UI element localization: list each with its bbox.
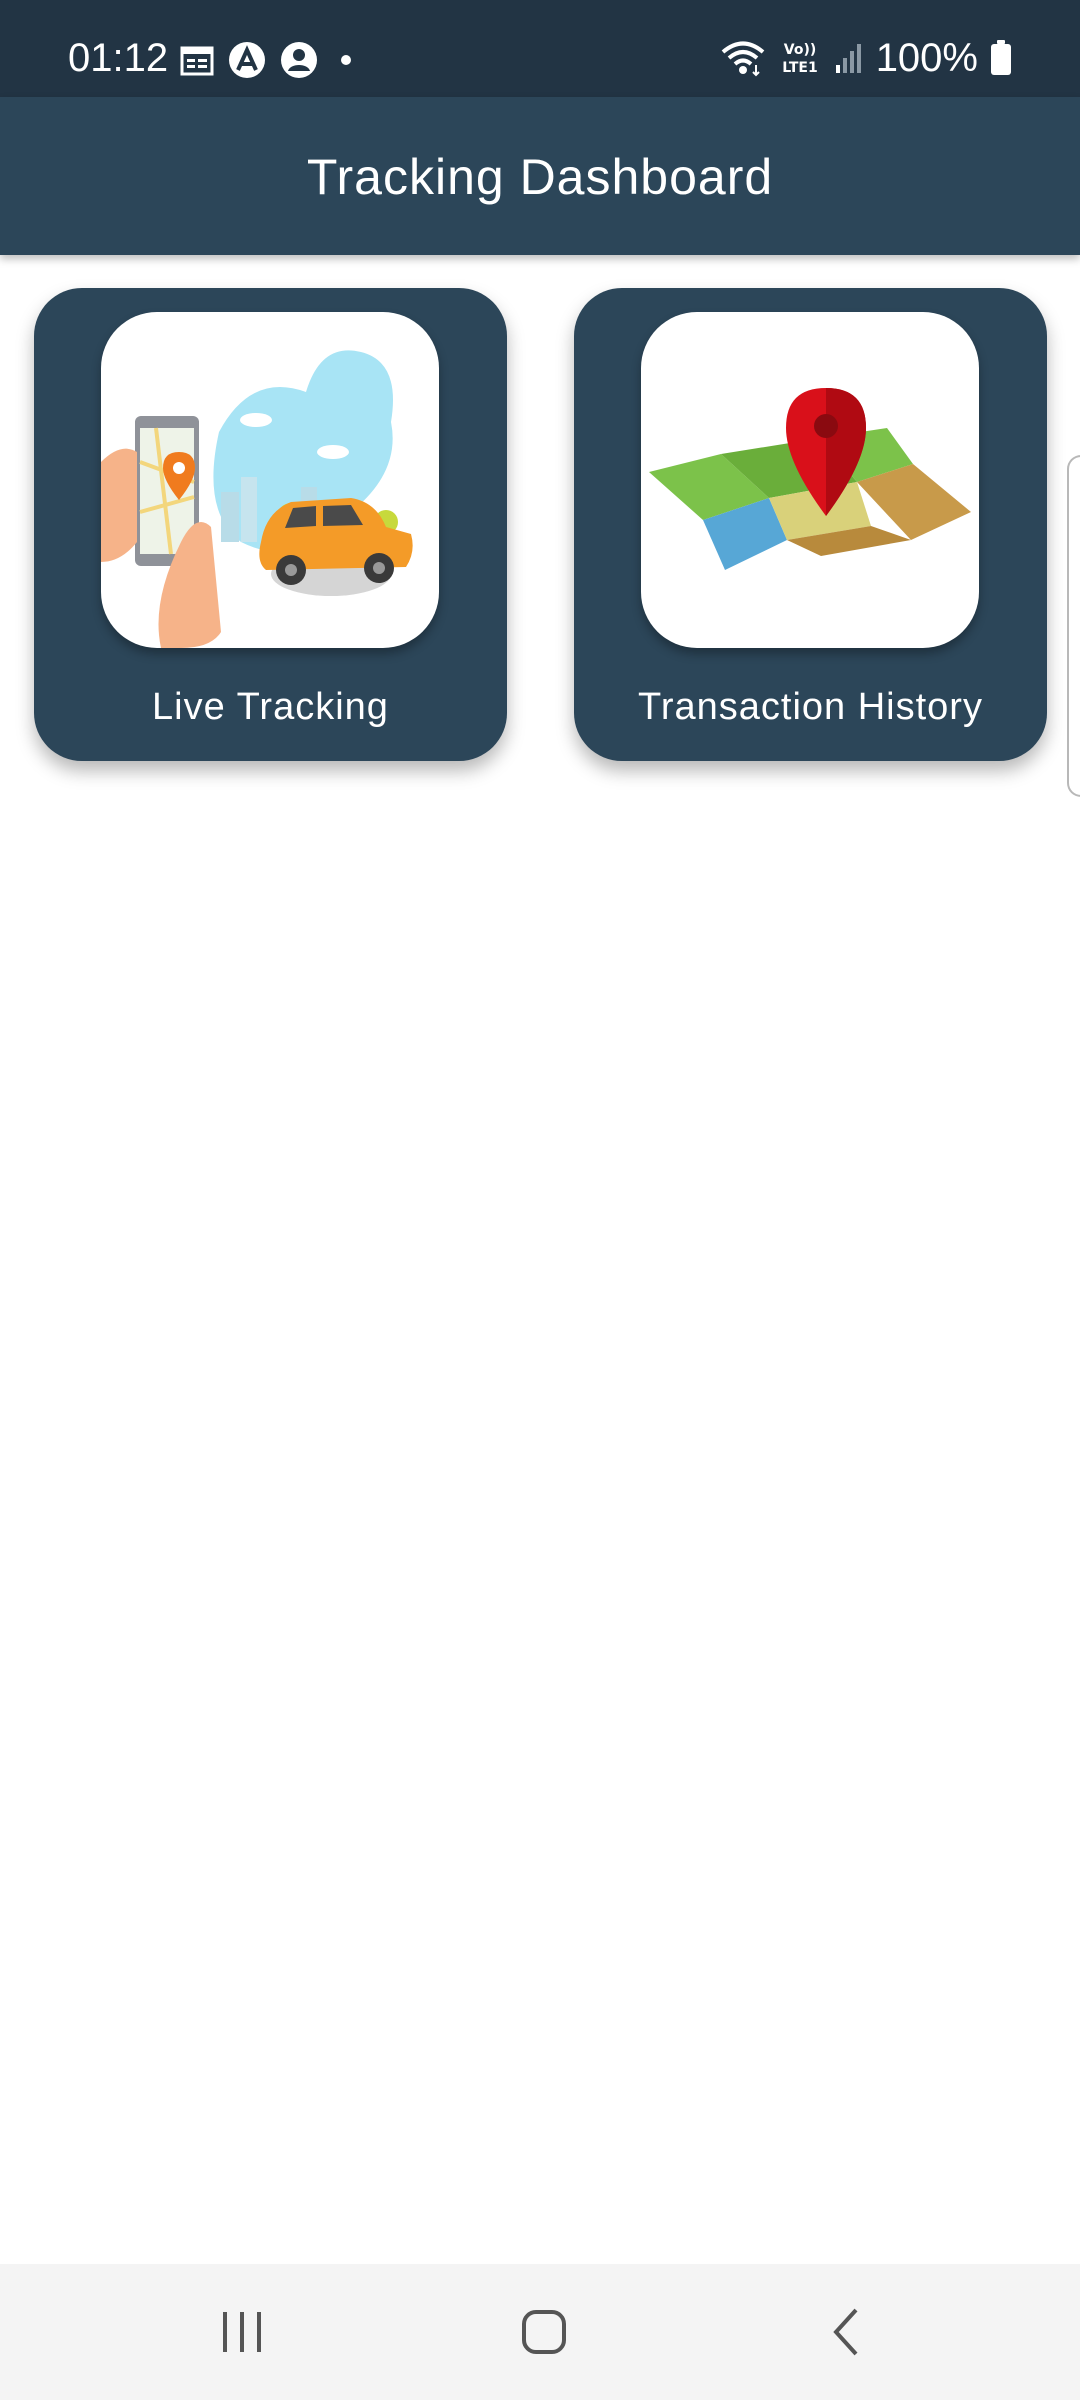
status-bar: 01:12 Vo)) LTE1 100% [0, 0, 1080, 97]
app-a-icon [229, 42, 265, 78]
home-icon [522, 2310, 566, 2354]
account-icon [281, 42, 317, 78]
volte-icon: Vo)) LTE1 [782, 42, 817, 76]
recents-icon [223, 2312, 261, 2352]
home-button[interactable] [504, 2302, 584, 2362]
navigation-bar [0, 2264, 1080, 2400]
transaction-history-label: Transaction History [638, 686, 983, 728]
battery-icon [991, 40, 1011, 75]
svg-text:LTE1: LTE1 [782, 60, 817, 76]
status-notification-icons [180, 40, 356, 80]
dot-icon [341, 55, 351, 65]
back-icon [833, 2308, 858, 2356]
live-tracking-label: Live Tracking [152, 686, 389, 728]
transaction-history-image [641, 312, 979, 648]
status-system-icons: Vo)) LTE1 100% [720, 34, 1012, 82]
calendar-icon [180, 46, 214, 76]
wifi-icon [721, 41, 764, 77]
map-pin-illustration-icon [649, 388, 971, 570]
recents-button[interactable] [202, 2302, 282, 2362]
live-tracking-image [101, 312, 439, 648]
page-title: Tracking Dashboard [306, 149, 774, 205]
app-bar: Tracking Dashboard [0, 97, 1080, 255]
signal-icon [835, 44, 861, 73]
live-tracking-illustration-icon [101, 350, 413, 648]
screen: 01:12 Vo)) LTE1 100% Tracking Dashboard … [0, 0, 1080, 2400]
edge-panel-handle[interactable] [1067, 455, 1080, 797]
transaction-history-card[interactable]: Transaction History [574, 288, 1047, 761]
svg-text:Vo)): Vo)) [783, 42, 815, 58]
battery-percent: 100% [875, 36, 978, 80]
live-tracking-card[interactable]: Live Tracking [34, 288, 507, 761]
back-button[interactable] [806, 2302, 886, 2362]
status-time: 01:12 [68, 36, 169, 80]
